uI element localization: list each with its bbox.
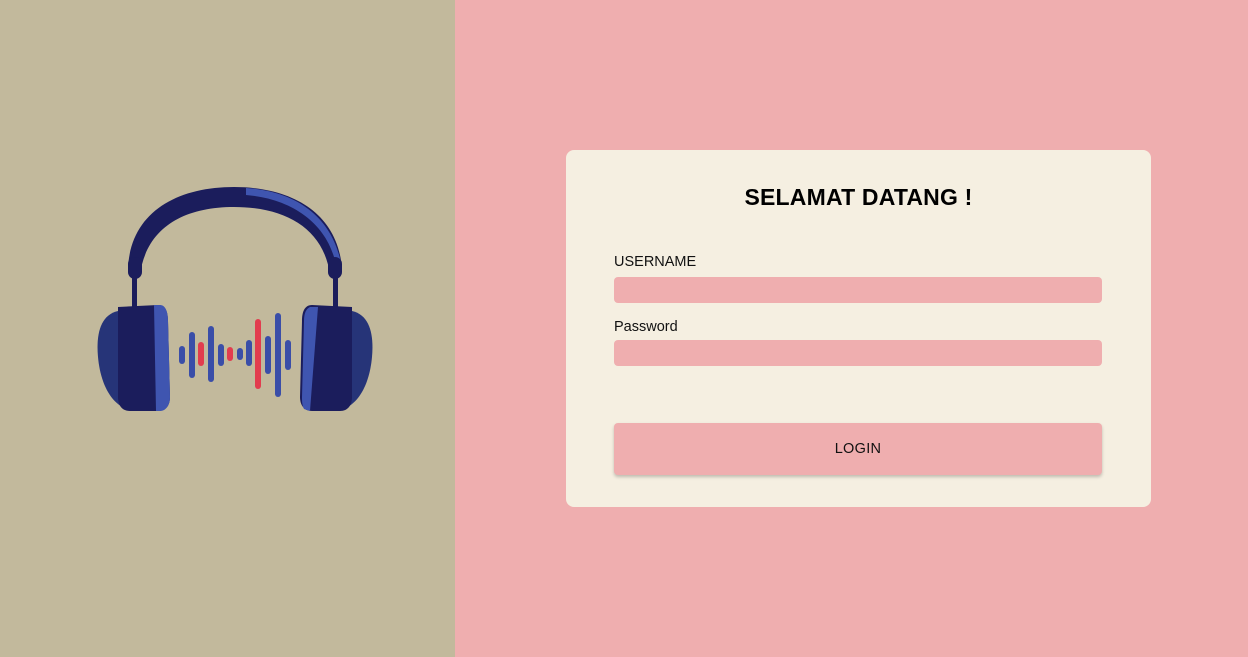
login-card: SELAMAT DATANG ! USERNAME Password LOGIN	[566, 150, 1151, 507]
login-button[interactable]: LOGIN	[614, 423, 1102, 475]
username-field[interactable]	[614, 277, 1102, 303]
left-panel	[0, 0, 455, 657]
username-label: USERNAME	[614, 254, 697, 270]
page-title: SELAMAT DATANG !	[744, 184, 973, 210]
headphones-logo-icon	[97, 187, 373, 411]
password-label: Password	[614, 319, 678, 335]
password-field[interactable]	[614, 340, 1102, 366]
